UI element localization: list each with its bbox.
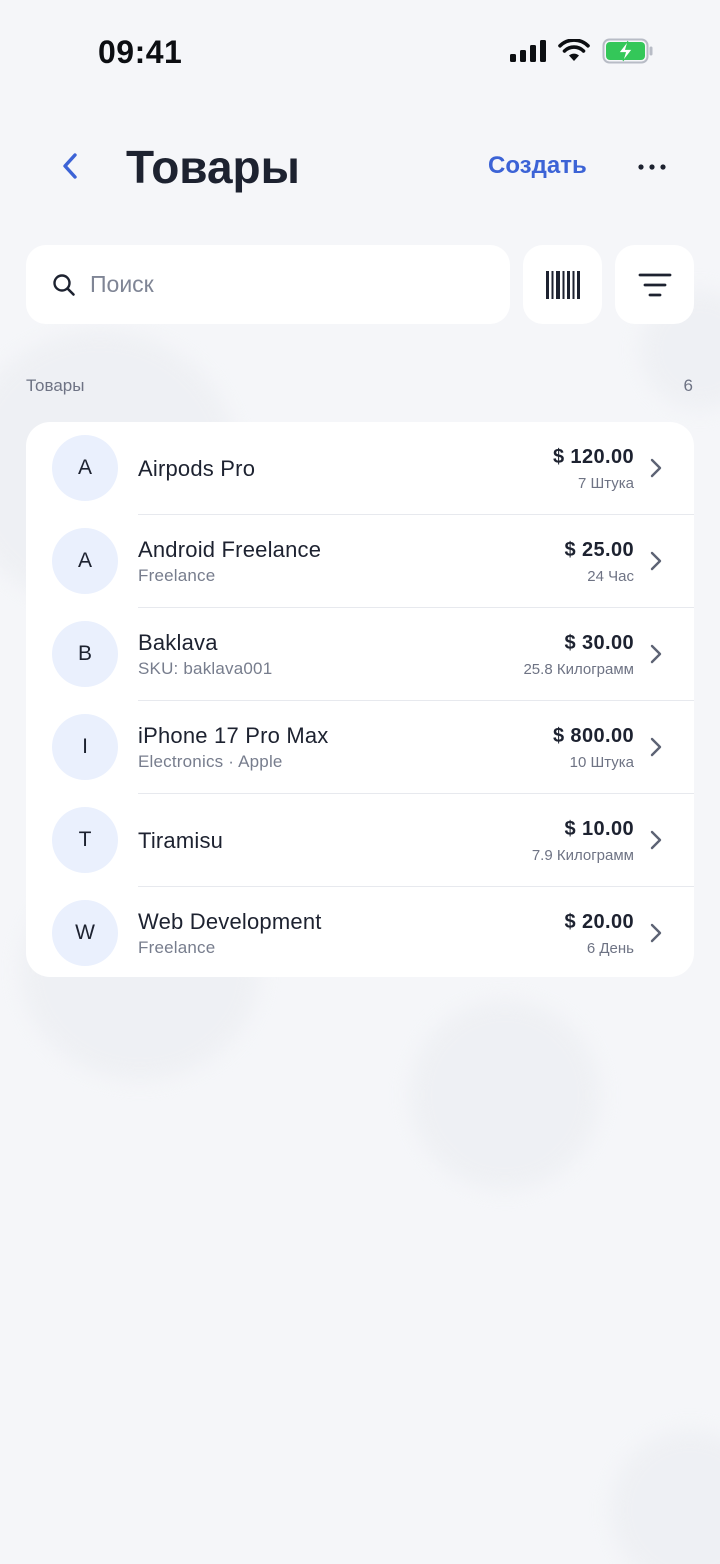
list-item[interactable]: A Android Freelance Freelance $ 25.00 24… [26,515,694,608]
item-price: $ 10.00 [564,817,634,840]
status-bar: 09:41 [0,0,720,100]
item-name: iPhone 17 Pro Max [138,723,329,748]
list-item-price-block: $ 30.00 25.8 Килограмм [523,608,634,701]
item-quantity: 7 Штука [577,474,634,492]
item-subtitle: SKU: baklava001 [138,659,273,678]
section-label: Товары [26,376,85,395]
avatar: T [52,807,118,873]
barcode-scan-button[interactable] [523,245,602,324]
list-item-text: iPhone 17 Pro Max Electronics · Apple [138,701,329,794]
item-quantity: 10 Штука [569,753,634,771]
more-button[interactable] [630,152,674,182]
item-price: $ 800.00 [552,724,634,747]
avatar: B [52,621,118,687]
item-price: $ 20.00 [564,910,634,933]
list-item-text: Airpods Pro [138,422,255,515]
chevron-right-icon [650,644,662,664]
item-price: $ 30.00 [564,631,634,654]
chevron-right-icon [650,458,662,478]
chevron-left-icon [63,153,77,179]
list-item[interactable]: I iPhone 17 Pro Max Electronics · Apple … [26,701,694,794]
list-item-text: Tiramisu [138,794,223,887]
list-item-price-block: $ 800.00 10 Штука [553,701,634,794]
avatar: A [52,435,118,501]
chevron-right-icon [650,830,662,850]
item-quantity: 25.8 Килограмм [523,660,634,678]
product-list: A Airpods Pro $ 120.00 7 Штука A Android… [26,422,694,977]
chevron-right-icon [650,923,662,943]
avatar: A [52,528,118,594]
item-name: Airpods Pro [138,455,256,481]
background-blob [610,1430,720,1564]
list-item-text: Baklava SKU: baklava001 [138,608,272,701]
filter-icon [638,273,671,296]
item-price: $ 120.00 [552,445,634,468]
filter-button[interactable] [615,245,694,324]
list-item[interactable]: W Web Development Freelance $ 20.00 6 Де… [26,887,694,977]
avatar: W [52,900,118,966]
signal-icon [510,40,546,62]
chevron-right-icon [650,737,662,757]
create-button[interactable]: Создать [488,152,587,180]
list-item-price-block: $ 120.00 7 Штука [553,422,634,515]
item-subtitle: Freelance [138,938,216,957]
list-item-price-block: $ 10.00 7.9 Килограмм [532,794,634,887]
list-item[interactable]: A Airpods Pro $ 120.00 7 Штука [26,422,694,515]
item-subtitle: Freelance [138,566,216,585]
item-quantity: 24 Час [587,567,634,585]
item-quantity: 6 День [586,939,634,957]
page-title: Товары [126,141,300,193]
status-icons [510,38,654,64]
avatar: I [52,714,118,780]
list-item[interactable]: B Baklava SKU: baklava001 $ 30.00 25.8 К… [26,608,694,701]
products-screen: 09:41 Товары Создать Поиск Товары 6 A Ai… [0,0,720,1564]
search-box[interactable] [26,245,510,324]
list-item-text: Android Freelance Freelance [138,515,321,608]
ellipsis-icon [638,164,666,170]
search-input[interactable] [90,271,470,298]
item-subtitle: Electronics · Apple [138,752,283,771]
list-item-price-block: $ 25.00 24 Час [564,515,634,608]
item-name: Android Freelance [138,537,322,562]
battery-charging-icon [602,38,653,64]
item-name: Tiramisu [138,827,224,853]
navigation-bar: Товары Создать [0,130,720,206]
barcode-icon [545,270,580,299]
chevron-right-icon [650,551,662,571]
background-blob [410,1000,600,1190]
item-name: Web Development [138,909,322,934]
status-time: 09:41 [98,34,183,70]
item-name: Baklava [138,630,218,655]
list-item[interactable]: T Tiramisu $ 10.00 7.9 Килограмм [26,794,694,887]
item-price: $ 25.00 [564,538,634,561]
list-item-price-block: $ 20.00 6 День [564,887,634,977]
item-quantity: 7.9 Килограмм [531,846,634,864]
section-count: 6 [683,376,693,395]
search-icon [53,273,75,296]
wifi-icon [558,39,590,61]
back-button[interactable] [50,146,90,186]
list-item-text: Web Development Freelance [138,887,322,977]
